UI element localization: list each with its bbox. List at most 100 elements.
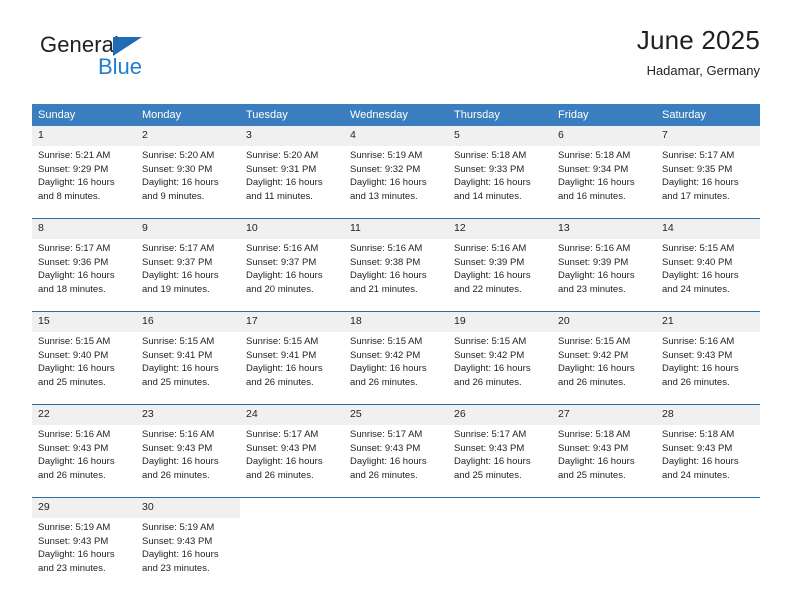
calendar-week-row: 22 Sunrise: 5:16 AM Sunset: 9:43 PM Dayli… bbox=[32, 404, 760, 489]
day-number: 7 bbox=[656, 126, 760, 146]
week-spacer-cell bbox=[32, 396, 760, 405]
calendar-week-row: 1 Sunrise: 5:21 AM Sunset: 9:29 PM Daylig… bbox=[32, 126, 760, 210]
calendar-day-cell[interactable]: 8 Sunrise: 5:17 AM Sunset: 9:36 PM Daylig… bbox=[32, 218, 136, 303]
day-number: 29 bbox=[32, 498, 136, 518]
day-cell-content: 15 Sunrise: 5:15 AM Sunset: 9:40 PM Dayli… bbox=[32, 312, 136, 396]
day-number bbox=[344, 498, 448, 518]
weekday-header-friday: Friday bbox=[552, 104, 656, 126]
calendar-day-cell[interactable]: 18 Sunrise: 5:15 AM Sunset: 9:42 PM Dayli… bbox=[344, 311, 448, 396]
day-cell-content bbox=[240, 498, 344, 582]
day-cell-content: 1 Sunrise: 5:21 AM Sunset: 9:29 PM Daylig… bbox=[32, 126, 136, 210]
calendar-day-cell-empty bbox=[240, 497, 344, 582]
day-sun-details bbox=[448, 518, 552, 521]
calendar-day-cell[interactable]: 21 Sunrise: 5:16 AM Sunset: 9:43 PM Dayli… bbox=[656, 311, 760, 396]
calendar-day-cell[interactable]: 22 Sunrise: 5:16 AM Sunset: 9:43 PM Dayli… bbox=[32, 404, 136, 489]
day-number: 2 bbox=[136, 126, 240, 146]
calendar-day-cell[interactable]: 23 Sunrise: 5:16 AM Sunset: 9:43 PM Dayli… bbox=[136, 404, 240, 489]
brand-name-blue: Blue bbox=[98, 54, 143, 79]
weekday-header-sunday: Sunday bbox=[32, 104, 136, 126]
day-number: 22 bbox=[32, 405, 136, 425]
calendar-day-cell[interactable]: 24 Sunrise: 5:17 AM Sunset: 9:43 PM Dayli… bbox=[240, 404, 344, 489]
title-block: June 2025 Hadamar, Germany bbox=[637, 25, 760, 78]
calendar-day-cell[interactable]: 11 Sunrise: 5:16 AM Sunset: 9:38 PM Dayli… bbox=[344, 218, 448, 303]
calendar-day-cell-empty bbox=[344, 497, 448, 582]
day-sun-details: Sunrise: 5:16 AM Sunset: 9:43 PM Dayligh… bbox=[38, 429, 115, 481]
day-sun-details: Sunrise: 5:17 AM Sunset: 9:37 PM Dayligh… bbox=[142, 243, 219, 295]
calendar-day-cell[interactable]: 5 Sunrise: 5:18 AM Sunset: 9:33 PM Daylig… bbox=[448, 126, 552, 210]
calendar-day-cell[interactable]: 1 Sunrise: 5:21 AM Sunset: 9:29 PM Daylig… bbox=[32, 126, 136, 210]
day-number: 3 bbox=[240, 126, 344, 146]
day-number: 11 bbox=[344, 219, 448, 239]
day-sun-details: Sunrise: 5:19 AM Sunset: 9:43 PM Dayligh… bbox=[142, 522, 219, 574]
calendar-week-row: 15 Sunrise: 5:15 AM Sunset: 9:40 PM Dayli… bbox=[32, 311, 760, 396]
day-sun-details: Sunrise: 5:15 AM Sunset: 9:41 PM Dayligh… bbox=[246, 336, 323, 388]
day-cell-content: 19 Sunrise: 5:15 AM Sunset: 9:42 PM Dayli… bbox=[448, 312, 552, 396]
day-cell-content: 12 Sunrise: 5:16 AM Sunset: 9:39 PM Dayli… bbox=[448, 219, 552, 303]
calendar-day-cell[interactable]: 6 Sunrise: 5:18 AM Sunset: 9:34 PM Daylig… bbox=[552, 126, 656, 210]
day-number bbox=[240, 498, 344, 518]
day-sun-details: Sunrise: 5:18 AM Sunset: 9:43 PM Dayligh… bbox=[662, 429, 739, 481]
weekday-header-monday: Monday bbox=[136, 104, 240, 126]
day-sun-details: Sunrise: 5:15 AM Sunset: 9:42 PM Dayligh… bbox=[558, 336, 635, 388]
calendar-day-cell[interactable]: 3 Sunrise: 5:20 AM Sunset: 9:31 PM Daylig… bbox=[240, 126, 344, 210]
day-cell-content: 9 Sunrise: 5:17 AM Sunset: 9:37 PM Daylig… bbox=[136, 219, 240, 303]
day-sun-details: Sunrise: 5:17 AM Sunset: 9:35 PM Dayligh… bbox=[662, 150, 739, 202]
day-cell-content bbox=[344, 498, 448, 582]
calendar-day-cell[interactable]: 30 Sunrise: 5:19 AM Sunset: 9:43 PM Dayli… bbox=[136, 497, 240, 582]
calendar-day-cell[interactable]: 28 Sunrise: 5:18 AM Sunset: 9:43 PM Dayli… bbox=[656, 404, 760, 489]
calendar-day-cell[interactable]: 20 Sunrise: 5:15 AM Sunset: 9:42 PM Dayli… bbox=[552, 311, 656, 396]
calendar-day-cell[interactable]: 25 Sunrise: 5:17 AM Sunset: 9:43 PM Dayli… bbox=[344, 404, 448, 489]
day-sun-details: Sunrise: 5:21 AM Sunset: 9:29 PM Dayligh… bbox=[38, 150, 115, 202]
day-number: 19 bbox=[448, 312, 552, 332]
brand-name-general: General bbox=[40, 32, 119, 57]
calendar-day-cell[interactable]: 14 Sunrise: 5:15 AM Sunset: 9:40 PM Dayli… bbox=[656, 218, 760, 303]
calendar-day-cell[interactable]: 13 Sunrise: 5:16 AM Sunset: 9:39 PM Dayli… bbox=[552, 218, 656, 303]
day-sun-details: Sunrise: 5:17 AM Sunset: 9:36 PM Dayligh… bbox=[38, 243, 115, 295]
calendar-day-cell[interactable]: 9 Sunrise: 5:17 AM Sunset: 9:37 PM Daylig… bbox=[136, 218, 240, 303]
day-cell-content: 13 Sunrise: 5:16 AM Sunset: 9:39 PM Dayli… bbox=[552, 219, 656, 303]
calendar-day-cell[interactable]: 15 Sunrise: 5:15 AM Sunset: 9:40 PM Dayli… bbox=[32, 311, 136, 396]
day-number: 1 bbox=[32, 126, 136, 146]
day-cell-content: 8 Sunrise: 5:17 AM Sunset: 9:36 PM Daylig… bbox=[32, 219, 136, 303]
week-spacer-row bbox=[32, 210, 760, 219]
day-number: 20 bbox=[552, 312, 656, 332]
calendar-day-cell[interactable]: 12 Sunrise: 5:16 AM Sunset: 9:39 PM Dayli… bbox=[448, 218, 552, 303]
day-sun-details: Sunrise: 5:20 AM Sunset: 9:31 PM Dayligh… bbox=[246, 150, 323, 202]
calendar-day-cell[interactable]: 29 Sunrise: 5:19 AM Sunset: 9:43 PM Dayli… bbox=[32, 497, 136, 582]
day-cell-content: 28 Sunrise: 5:18 AM Sunset: 9:43 PM Dayli… bbox=[656, 405, 760, 489]
calendar-day-cell[interactable]: 17 Sunrise: 5:15 AM Sunset: 9:41 PM Dayli… bbox=[240, 311, 344, 396]
day-number: 14 bbox=[656, 219, 760, 239]
day-cell-content: 14 Sunrise: 5:15 AM Sunset: 9:40 PM Dayli… bbox=[656, 219, 760, 303]
day-number: 30 bbox=[136, 498, 240, 518]
day-cell-content: 10 Sunrise: 5:16 AM Sunset: 9:37 PM Dayli… bbox=[240, 219, 344, 303]
day-sun-details: Sunrise: 5:18 AM Sunset: 9:33 PM Dayligh… bbox=[454, 150, 531, 202]
day-cell-content: 7 Sunrise: 5:17 AM Sunset: 9:35 PM Daylig… bbox=[656, 126, 760, 210]
calendar-day-cell[interactable]: 7 Sunrise: 5:17 AM Sunset: 9:35 PM Daylig… bbox=[656, 126, 760, 210]
day-sun-details: Sunrise: 5:16 AM Sunset: 9:43 PM Dayligh… bbox=[662, 336, 739, 388]
day-sun-details: Sunrise: 5:15 AM Sunset: 9:40 PM Dayligh… bbox=[662, 243, 739, 295]
calendar-day-cell[interactable]: 26 Sunrise: 5:17 AM Sunset: 9:43 PM Dayli… bbox=[448, 404, 552, 489]
calendar-day-cell[interactable]: 10 Sunrise: 5:16 AM Sunset: 9:37 PM Dayli… bbox=[240, 218, 344, 303]
day-sun-details: Sunrise: 5:19 AM Sunset: 9:32 PM Dayligh… bbox=[350, 150, 427, 202]
calendar-day-cell[interactable]: 27 Sunrise: 5:18 AM Sunset: 9:43 PM Dayli… bbox=[552, 404, 656, 489]
day-sun-details: Sunrise: 5:16 AM Sunset: 9:39 PM Dayligh… bbox=[558, 243, 635, 295]
day-number: 18 bbox=[344, 312, 448, 332]
month-calendar-table: Sunday Monday Tuesday Wednesday Thursday… bbox=[32, 104, 760, 582]
calendar-page: General Blue June 2025 Hadamar, Germany … bbox=[0, 0, 792, 612]
week-spacer-cell bbox=[32, 489, 760, 498]
day-cell-content: 11 Sunrise: 5:16 AM Sunset: 9:38 PM Dayli… bbox=[344, 219, 448, 303]
calendar-day-cell[interactable]: 19 Sunrise: 5:15 AM Sunset: 9:42 PM Dayli… bbox=[448, 311, 552, 396]
week-spacer-row bbox=[32, 396, 760, 405]
general-blue-logo[interactable]: General Blue bbox=[40, 34, 240, 90]
day-number: 13 bbox=[552, 219, 656, 239]
day-sun-details bbox=[656, 518, 760, 521]
calendar-day-cell[interactable]: 16 Sunrise: 5:15 AM Sunset: 9:41 PM Dayli… bbox=[136, 311, 240, 396]
day-number: 28 bbox=[656, 405, 760, 425]
day-cell-content: 26 Sunrise: 5:17 AM Sunset: 9:43 PM Dayli… bbox=[448, 405, 552, 489]
calendar-day-cell[interactable]: 4 Sunrise: 5:19 AM Sunset: 9:32 PM Daylig… bbox=[344, 126, 448, 210]
day-cell-content bbox=[552, 498, 656, 582]
day-number: 12 bbox=[448, 219, 552, 239]
day-number: 6 bbox=[552, 126, 656, 146]
day-number: 25 bbox=[344, 405, 448, 425]
calendar-day-cell[interactable]: 2 Sunrise: 5:20 AM Sunset: 9:30 PM Daylig… bbox=[136, 126, 240, 210]
